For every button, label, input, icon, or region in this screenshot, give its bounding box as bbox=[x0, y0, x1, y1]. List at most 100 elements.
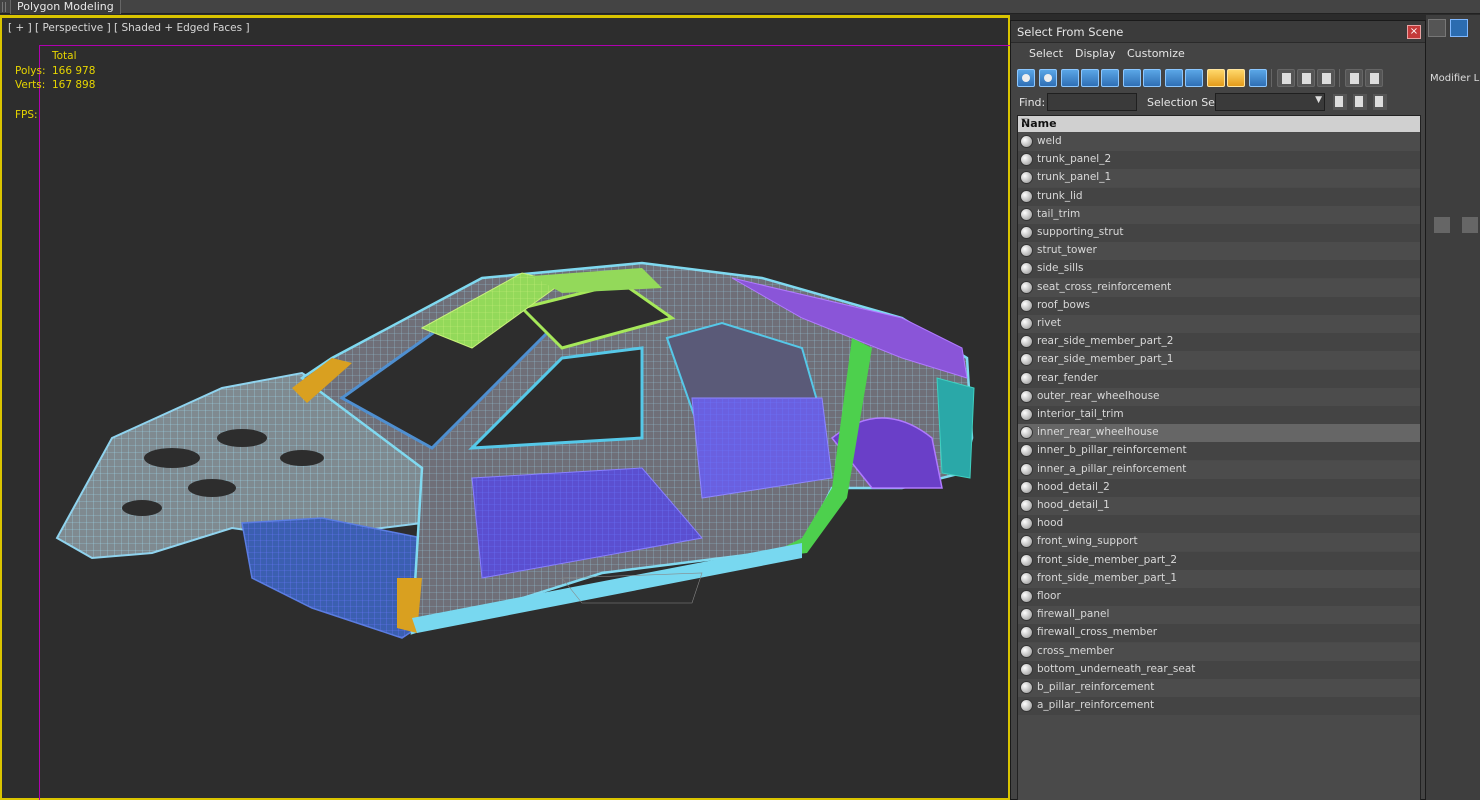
list-item[interactable]: trunk_lid bbox=[1018, 187, 1420, 206]
list-item[interactable]: cross_member bbox=[1018, 642, 1420, 661]
list-item-label: strut_tower bbox=[1037, 244, 1097, 257]
object-geometry-icon bbox=[1020, 189, 1033, 203]
object-geometry-icon bbox=[1020, 335, 1033, 349]
add-to-selection-set-icon[interactable] bbox=[1373, 94, 1387, 110]
modifier-list-dropdown[interactable]: Modifier Lis bbox=[1430, 73, 1480, 84]
list-item-label: floor bbox=[1037, 590, 1061, 602]
sun-icon[interactable] bbox=[1428, 19, 1446, 37]
select-from-scene-dialog[interactable]: Select From Scene × Select Display Custo… bbox=[1010, 20, 1426, 800]
list-item[interactable]: hood_detail_1 bbox=[1018, 497, 1420, 515]
modify-tab-icon[interactable] bbox=[1450, 19, 1468, 37]
object-geometry-icon bbox=[1020, 426, 1033, 440]
list-item[interactable]: rear_side_member_part_2 bbox=[1018, 333, 1420, 352]
remove-selection-set-icon[interactable] bbox=[1353, 94, 1367, 110]
list-item-label: a_pillar_reinforcement bbox=[1037, 699, 1155, 712]
pin-stack-icon[interactable] bbox=[1434, 217, 1450, 233]
list-item[interactable]: inner_b_pillar_reinforcement bbox=[1018, 442, 1420, 461]
object-geometry-icon bbox=[1020, 280, 1033, 294]
display-helpers-icon[interactable] bbox=[1101, 69, 1119, 87]
list-item[interactable]: tail_trim bbox=[1018, 205, 1420, 224]
list-item[interactable]: hood_detail_2 bbox=[1018, 478, 1420, 497]
list-item[interactable]: outer_rear_wheelhouse bbox=[1018, 387, 1420, 406]
list-item[interactable]: inner_rear_wheelhouse bbox=[1018, 424, 1420, 443]
display-cameras-icon[interactable] bbox=[1081, 69, 1099, 87]
list-item[interactable]: roof_bows bbox=[1018, 296, 1420, 315]
list-item[interactable]: trunk_panel_2 bbox=[1018, 151, 1420, 170]
grip-handle[interactable] bbox=[2, 2, 6, 12]
list-item-label: hood_detail_2 bbox=[1037, 480, 1110, 493]
list-item[interactable]: front_side_member_part_2 bbox=[1018, 551, 1420, 570]
list-item-label: interior_tail_trim bbox=[1037, 408, 1124, 420]
object-geometry-icon bbox=[1020, 608, 1033, 622]
display-groups-icon[interactable] bbox=[1143, 69, 1161, 87]
object-geometry-icon bbox=[1020, 517, 1033, 531]
object-geometry-icon bbox=[1020, 207, 1033, 221]
toolbar-separator bbox=[1339, 69, 1340, 87]
display-spacewarps-icon[interactable] bbox=[1123, 69, 1141, 87]
selection-set-dropdown[interactable]: ▼ bbox=[1215, 93, 1325, 111]
list-item[interactable]: inner_a_pillar_reinforcement bbox=[1018, 460, 1420, 479]
list-item[interactable]: rear_side_member_part_1 bbox=[1018, 351, 1420, 370]
create-selection-set-icon[interactable] bbox=[1333, 94, 1347, 110]
display-lights-icon[interactable] bbox=[1061, 69, 1079, 87]
list-item[interactable]: rear_fender bbox=[1018, 369, 1420, 388]
list-item-label: front_side_member_part_2 bbox=[1037, 553, 1178, 566]
column-filter-icon[interactable]: ▽ bbox=[1021, 117, 1416, 128]
display-frozen-icon[interactable] bbox=[1227, 69, 1245, 87]
select-none-icon[interactable] bbox=[1297, 69, 1315, 87]
show-end-result-icon[interactable] bbox=[1462, 217, 1478, 233]
list-item[interactable]: b_pillar_reinforcement bbox=[1018, 679, 1420, 697]
list-item[interactable]: floor bbox=[1018, 588, 1420, 606]
list-item[interactable]: hood bbox=[1018, 515, 1420, 534]
list-item-label: weld bbox=[1037, 135, 1062, 147]
find-input[interactable] bbox=[1047, 93, 1137, 111]
command-panel: Modifier Lis bbox=[1426, 15, 1480, 800]
close-button[interactable]: × bbox=[1407, 25, 1421, 39]
list-item-label: side_sills bbox=[1037, 262, 1084, 275]
filter-icon[interactable] bbox=[1345, 69, 1363, 87]
display-hidden-icon[interactable] bbox=[1249, 69, 1267, 87]
object-geometry-icon bbox=[1020, 244, 1033, 258]
list-item-label: seat_cross_reinforcement bbox=[1037, 280, 1172, 293]
menu-select[interactable]: Select bbox=[1029, 47, 1063, 60]
object-geometry-icon bbox=[1020, 480, 1033, 494]
select-all-icon[interactable] bbox=[1277, 69, 1295, 87]
toolbar-separator bbox=[1271, 69, 1272, 87]
select-invert-icon[interactable] bbox=[1317, 69, 1335, 87]
menu-customize[interactable]: Customize bbox=[1127, 47, 1185, 60]
display-xrefs-icon[interactable] bbox=[1165, 69, 1183, 87]
list-item[interactable]: rivet bbox=[1018, 315, 1420, 333]
list-item-label: b_pillar_reinforcement bbox=[1037, 681, 1155, 693]
car-body-wireframe-model[interactable] bbox=[2, 18, 1008, 800]
list-item[interactable]: side_sills bbox=[1018, 260, 1420, 279]
list-item[interactable]: seat_cross_reinforcement bbox=[1018, 278, 1420, 297]
list-item[interactable]: weld bbox=[1018, 133, 1420, 151]
display-bones-icon[interactable] bbox=[1185, 69, 1203, 87]
perspective-viewport[interactable]: [ + ] [ Perspective ] [ Shaded + Edged F… bbox=[0, 15, 1029, 800]
list-item-label: front_wing_support bbox=[1037, 535, 1138, 548]
chevron-down-icon: ▼ bbox=[1315, 95, 1322, 105]
ribbon-tab-polygon-modeling[interactable]: Polygon Modeling bbox=[10, 0, 121, 14]
list-item[interactable]: trunk_panel_1 bbox=[1018, 169, 1420, 188]
list-item[interactable]: front_side_member_part_1 bbox=[1018, 569, 1420, 588]
dialog-title-bar[interactable]: Select From Scene × bbox=[1011, 21, 1425, 43]
display-shapes-icon[interactable] bbox=[1039, 69, 1057, 87]
list-item[interactable]: firewall_panel bbox=[1018, 606, 1420, 625]
object-geometry-icon bbox=[1020, 371, 1033, 385]
filter-options-icon[interactable] bbox=[1365, 69, 1383, 87]
display-containers-icon[interactable] bbox=[1207, 69, 1225, 87]
list-item[interactable]: bottom_underneath_rear_seat bbox=[1018, 660, 1420, 679]
display-geometry-icon[interactable] bbox=[1017, 69, 1035, 87]
menu-display[interactable]: Display bbox=[1075, 47, 1116, 60]
list-item[interactable]: interior_tail_trim bbox=[1018, 406, 1420, 424]
name-column-header[interactable]: Name ▽ bbox=[1018, 116, 1420, 132]
scene-object-list[interactable]: Name ▽ weld trunk_panel_2 trunk_panel_1 tru… bbox=[1017, 115, 1421, 800]
list-item-label: outer_rear_wheelhouse bbox=[1037, 389, 1160, 402]
list-item[interactable]: supporting_strut bbox=[1018, 224, 1420, 242]
object-geometry-icon bbox=[1020, 553, 1033, 567]
object-geometry-icon bbox=[1020, 262, 1033, 276]
list-item[interactable]: front_wing_support bbox=[1018, 533, 1420, 552]
list-item[interactable]: firewall_cross_member bbox=[1018, 624, 1420, 643]
list-item[interactable]: strut_tower bbox=[1018, 242, 1420, 261]
list-item[interactable]: a_pillar_reinforcement bbox=[1018, 697, 1420, 716]
